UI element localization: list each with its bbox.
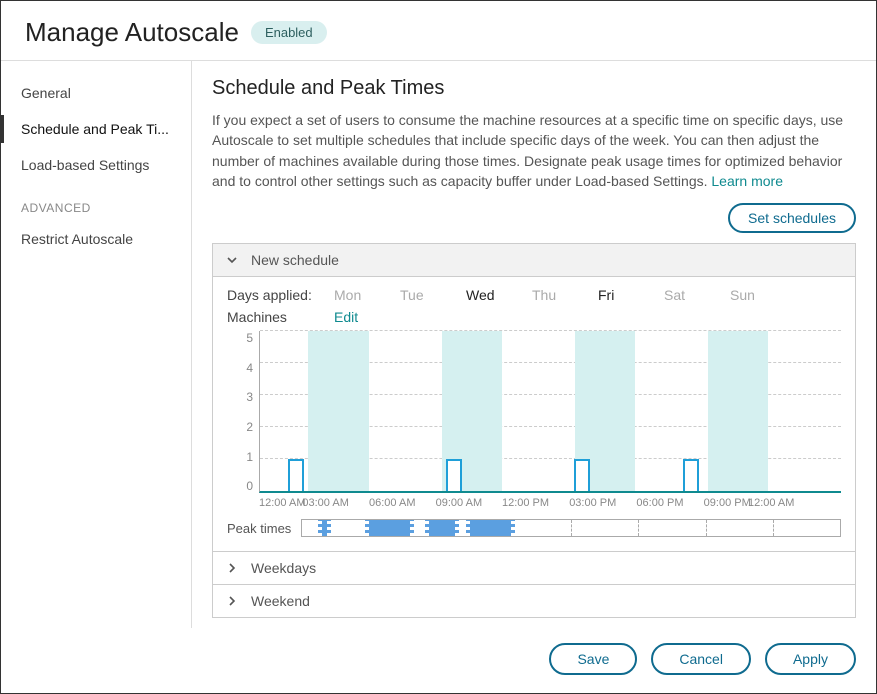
chevron-right-icon bbox=[225, 561, 239, 575]
chart-plot-area[interactable] bbox=[259, 331, 841, 493]
weekend-section[interactable]: Weekend bbox=[212, 585, 856, 618]
header: Manage Autoscale Enabled bbox=[1, 1, 876, 60]
page-title: Manage Autoscale bbox=[25, 17, 239, 48]
peak-times-row: Peak times bbox=[227, 519, 841, 537]
cancel-button[interactable]: Cancel bbox=[651, 643, 751, 675]
apply-button[interactable]: Apply bbox=[765, 643, 856, 675]
machines-bar[interactable] bbox=[574, 459, 590, 491]
day-mon: Mon bbox=[334, 287, 400, 303]
section-description: If you expect a set of users to consume … bbox=[212, 110, 856, 191]
edit-machines-link[interactable]: Edit bbox=[334, 309, 358, 325]
day-thu: Thu bbox=[532, 287, 598, 303]
machines-label: Machines bbox=[227, 309, 322, 325]
weekdays-section[interactable]: Weekdays bbox=[212, 552, 856, 585]
learn-more-link[interactable]: Learn more bbox=[711, 173, 783, 189]
machines-bar[interactable] bbox=[288, 459, 304, 491]
new-schedule-header[interactable]: New schedule bbox=[213, 244, 855, 277]
weekend-label: Weekend bbox=[251, 593, 310, 609]
chevron-right-icon bbox=[225, 594, 239, 608]
peak-segment[interactable] bbox=[466, 520, 515, 536]
status-badge: Enabled bbox=[251, 21, 327, 44]
body: General Schedule and Peak Ti... Load-bas… bbox=[1, 61, 876, 628]
days-applied-row: Days applied: MonTueWedThuFriSatSun bbox=[227, 287, 841, 303]
sidebar-item-schedule-peak-times[interactable]: Schedule and Peak Ti... bbox=[1, 111, 191, 147]
sidebar-advanced-label: ADVANCED bbox=[1, 183, 191, 221]
new-schedule-panel: New schedule Days applied: MonTueWedThuF… bbox=[212, 243, 856, 552]
weekdays-label: Weekdays bbox=[251, 560, 316, 576]
save-button[interactable]: Save bbox=[549, 643, 637, 675]
machines-bar[interactable] bbox=[683, 459, 699, 491]
sidebar: General Schedule and Peak Ti... Load-bas… bbox=[1, 61, 191, 628]
sidebar-item-general[interactable]: General bbox=[1, 75, 191, 111]
day-wed: Wed bbox=[466, 287, 532, 303]
chart-y-axis: 543210 bbox=[227, 331, 259, 493]
new-schedule-body: Days applied: MonTueWedThuFriSatSun Mach… bbox=[213, 277, 855, 551]
days-list: MonTueWedThuFriSatSun bbox=[334, 287, 796, 303]
schedules-button-row: Set schedules bbox=[212, 203, 856, 233]
machines-chart: 543210 bbox=[227, 331, 841, 493]
chart-x-axis: 12:00 AM03:00 AM06:00 AM09:00 AM12:00 PM… bbox=[259, 497, 841, 509]
manage-autoscale-window: Manage Autoscale Enabled General Schedul… bbox=[0, 0, 877, 694]
peak-times-bar[interactable] bbox=[301, 519, 841, 537]
day-sat: Sat bbox=[664, 287, 730, 303]
peak-segment[interactable] bbox=[365, 520, 414, 536]
footer: Save Cancel Apply bbox=[1, 628, 876, 693]
day-tue: Tue bbox=[400, 287, 466, 303]
set-schedules-button[interactable]: Set schedules bbox=[728, 203, 856, 233]
day-sun: Sun bbox=[730, 287, 796, 303]
sidebar-item-restrict-autoscale[interactable]: Restrict Autoscale bbox=[1, 221, 191, 257]
section-title: Schedule and Peak Times bbox=[212, 77, 856, 100]
machines-bar[interactable] bbox=[446, 459, 462, 491]
peak-segment[interactable] bbox=[425, 520, 459, 536]
schedule-name: New schedule bbox=[251, 252, 339, 268]
sidebar-item-load-based-settings[interactable]: Load-based Settings bbox=[1, 147, 191, 183]
chevron-down-icon bbox=[225, 253, 239, 267]
main-content: Schedule and Peak Times If you expect a … bbox=[192, 61, 876, 628]
machines-row: Machines Edit bbox=[227, 309, 841, 325]
day-fri: Fri bbox=[598, 287, 664, 303]
peak-times-label: Peak times bbox=[227, 521, 301, 536]
days-applied-label: Days applied: bbox=[227, 287, 322, 303]
